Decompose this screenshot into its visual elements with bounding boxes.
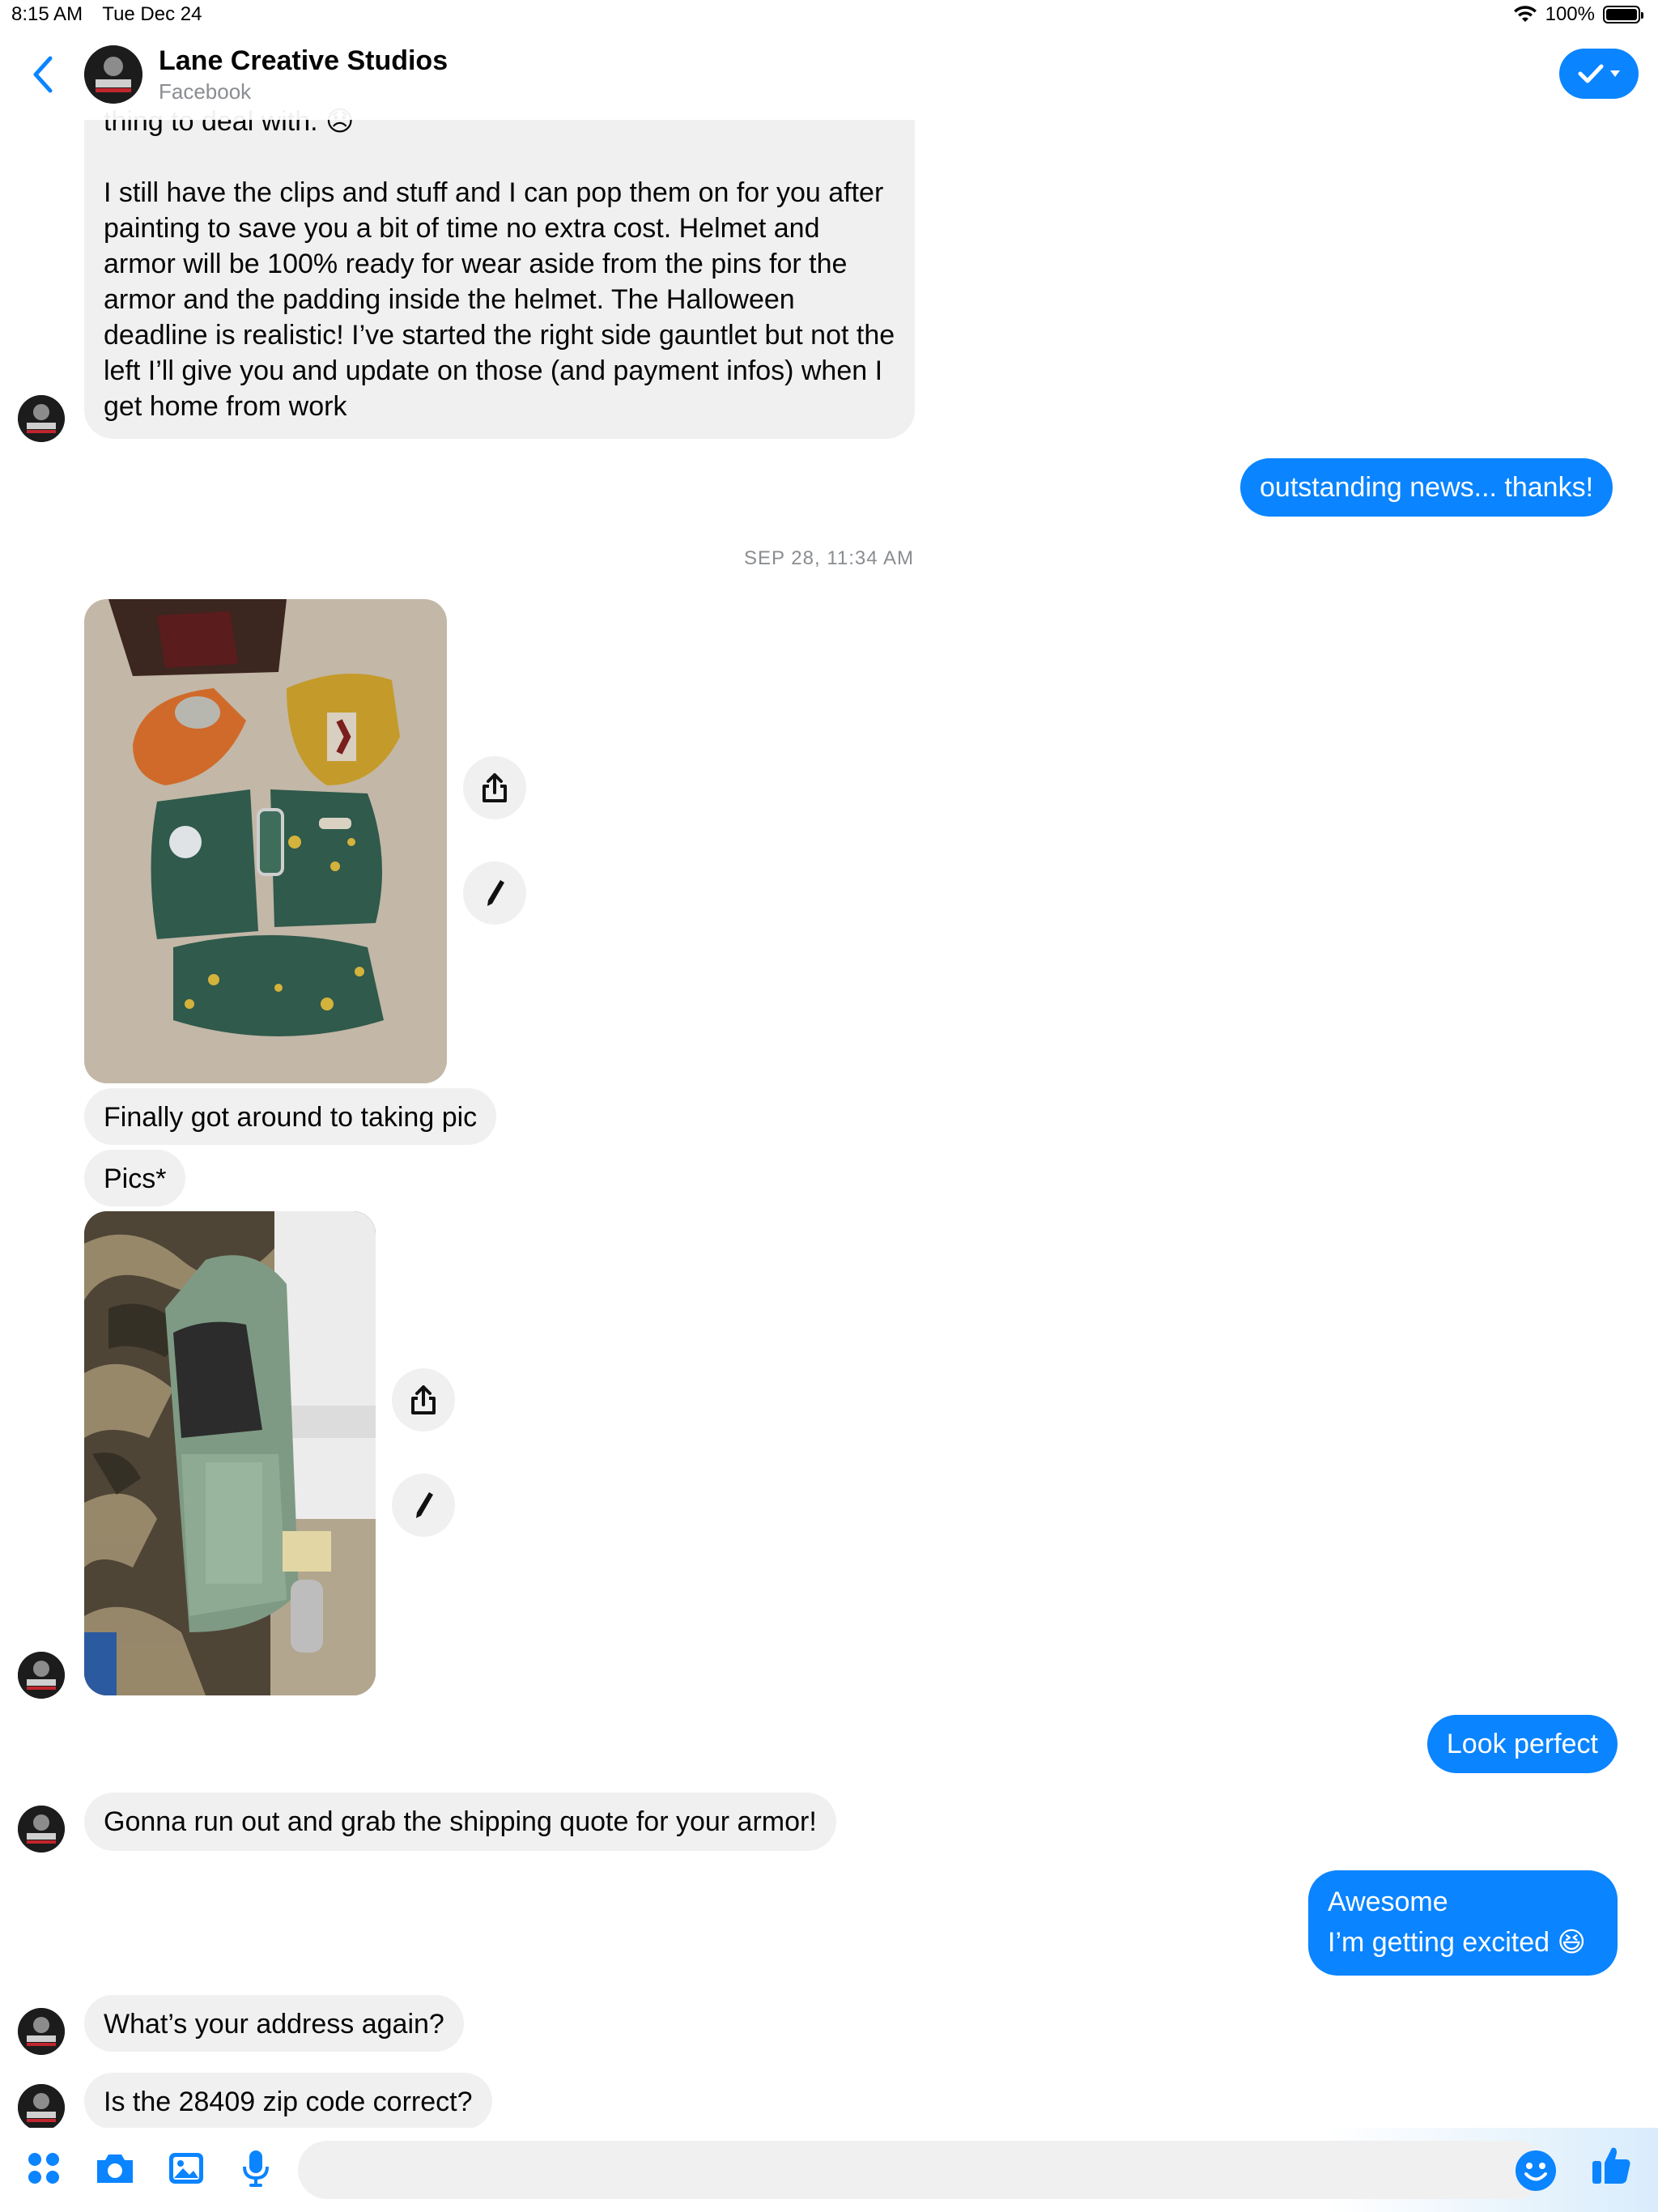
share-button[interactable] xyxy=(463,756,526,819)
caret-down-icon xyxy=(1610,70,1620,77)
message-bubble-outgoing[interactable]: Look perfect xyxy=(1426,1715,1618,1773)
message-bubble-incoming[interactable]: thing to deal with. 😞 I still have the c… xyxy=(84,87,915,439)
chevron-left-icon xyxy=(33,56,53,93)
battery-level xyxy=(1606,9,1637,20)
emoji-icon xyxy=(1516,2150,1556,2191)
camera-button[interactable] xyxy=(91,2144,139,2193)
message-text: outstanding news... thanks! xyxy=(1260,472,1594,503)
sender-avatar[interactable] xyxy=(18,2008,65,2055)
edit-photo-button[interactable] xyxy=(392,1474,455,1537)
armor-photo-image xyxy=(84,599,447,1083)
message-text: Awesome xyxy=(1328,1887,1448,1917)
camera-icon xyxy=(97,2155,133,2183)
message-text: Finally got around to taking pic xyxy=(104,1102,478,1133)
status-time: 8:15 AM xyxy=(11,3,83,25)
battery-icon xyxy=(1603,6,1643,23)
message-text: Look perfect xyxy=(1446,1729,1598,1759)
message-bubble-outgoing[interactable]: outstanding news... thanks! xyxy=(1240,458,1613,517)
pencil-icon xyxy=(416,1492,433,1518)
conversation-title[interactable]: Lane Creative Studios xyxy=(159,45,448,77)
sender-avatar[interactable] xyxy=(18,395,65,442)
emoji-button[interactable] xyxy=(1514,2149,1558,2193)
avatar[interactable] xyxy=(84,45,142,104)
gallery-button[interactable] xyxy=(162,2144,210,2193)
message-text: I’m getting excited 😆 xyxy=(1328,1927,1586,1958)
conversation-subtitle: Facebook xyxy=(159,79,252,104)
microphone-icon xyxy=(243,2150,269,2187)
brand-logo-icon xyxy=(18,1806,65,1853)
sender-avatar[interactable] xyxy=(18,1806,65,1853)
battery-percent: 100% xyxy=(1545,3,1595,25)
voice-button[interactable] xyxy=(232,2144,280,2193)
status-bar-right: 100% xyxy=(1513,3,1643,26)
message-text: Is the 28409 zip code correct? xyxy=(104,2087,473,2117)
photo-icon xyxy=(169,2153,203,2184)
message-input[interactable] xyxy=(298,2141,1545,2199)
like-button[interactable] xyxy=(1587,2141,1635,2189)
brand-logo-icon xyxy=(18,2008,65,2055)
photo-attachment-armor[interactable] xyxy=(84,599,447,1083)
apps-button[interactable] xyxy=(19,2144,68,2193)
share-icon xyxy=(411,1385,436,1414)
brand-logo-icon xyxy=(18,1652,65,1699)
back-button[interactable] xyxy=(24,50,62,99)
brand-logo-icon xyxy=(18,395,65,442)
brand-logo-icon xyxy=(84,45,142,104)
message-bubble-incoming[interactable]: Finally got around to taking pic xyxy=(84,1088,497,1145)
share-icon xyxy=(483,773,507,802)
apps-icon xyxy=(28,2153,59,2184)
message-bubble-incoming[interactable]: Pics* xyxy=(84,1150,186,1206)
message-bubble-incoming[interactable]: What’s your address again? xyxy=(84,1995,464,2052)
message-text: What’s your address again? xyxy=(104,2009,444,2040)
sender-avatar[interactable] xyxy=(18,1652,65,1699)
brand-logo-icon xyxy=(18,2084,65,2131)
message-text: Gonna run out and grab the shipping quot… xyxy=(104,1806,817,1837)
share-button[interactable] xyxy=(392,1368,455,1431)
status-date: Tue Dec 24 xyxy=(102,3,202,25)
sender-avatar[interactable] xyxy=(18,2084,65,2131)
gauntlet-photo-image xyxy=(84,1211,376,1695)
photo-attachment-gauntlet[interactable] xyxy=(84,1211,376,1695)
message-bubble-incoming[interactable]: Gonna run out and grab the shipping quot… xyxy=(84,1793,836,1851)
thumbs-up-icon xyxy=(1592,2147,1630,2184)
edit-photo-button[interactable] xyxy=(463,861,526,925)
mark-done-button[interactable] xyxy=(1559,49,1639,99)
message-text: I still have the clips and stuff and I c… xyxy=(104,177,895,422)
wifi-icon xyxy=(1513,6,1537,22)
message-bubble-incoming[interactable]: Is the 28409 zip code correct? xyxy=(84,2073,492,2129)
check-icon xyxy=(1578,64,1604,83)
message-bubble-outgoing[interactable]: Awesome I’m getting excited 😆 xyxy=(1308,1870,1618,1976)
message-text: Pics* xyxy=(104,1163,167,1194)
timestamp-divider: SEP 28, 11:34 AM xyxy=(744,547,914,569)
pencil-icon xyxy=(487,880,504,906)
status-bar-left: 8:15 AM Tue Dec 24 xyxy=(11,3,216,26)
